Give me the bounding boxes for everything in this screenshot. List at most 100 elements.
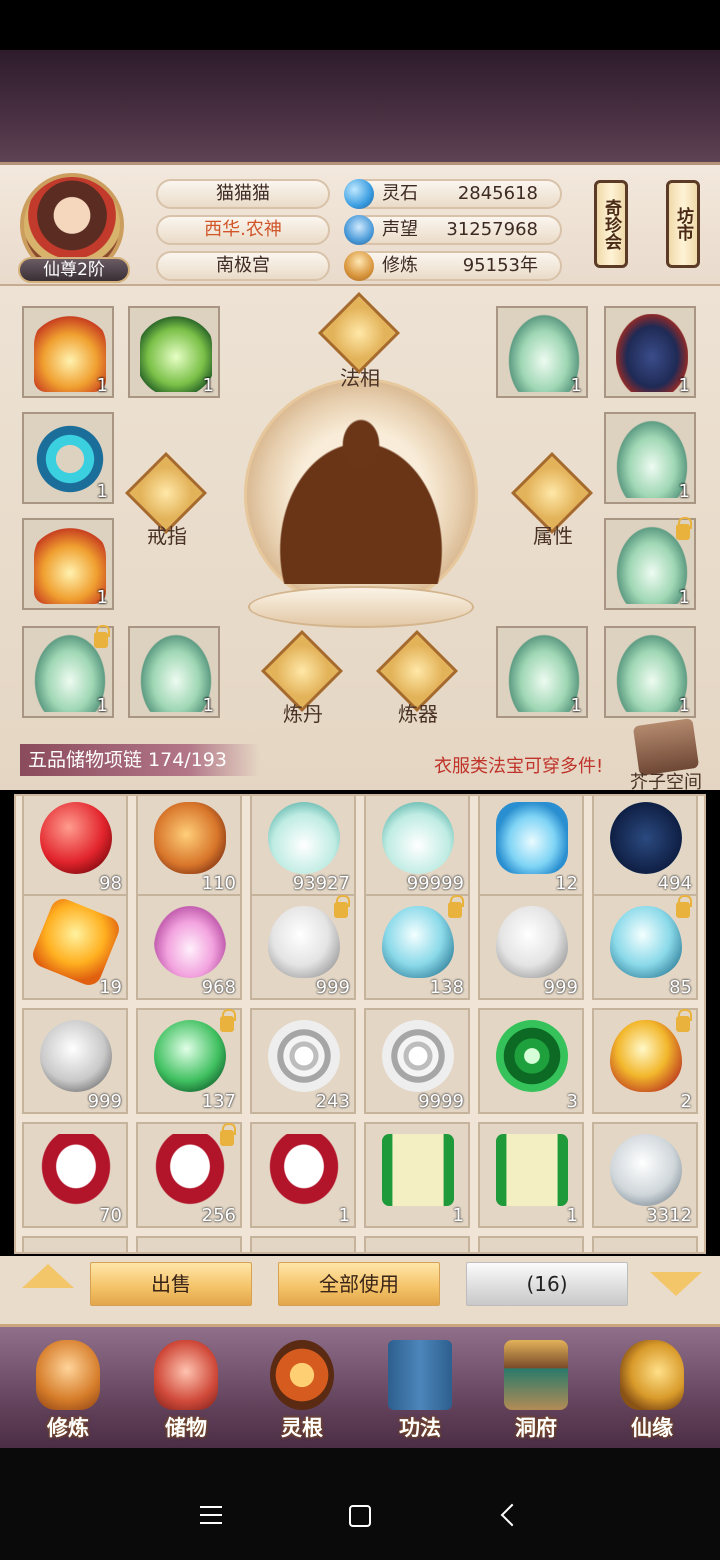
- nav-spirit-root[interactable]: 灵根: [252, 1340, 352, 1444]
- potion-icon: [268, 802, 340, 874]
- inventory-item[interactable]: 19: [22, 894, 128, 1000]
- equip-slot[interactable]: 1: [604, 626, 696, 718]
- recent-apps-icon[interactable]: [200, 1506, 222, 1524]
- lock-icon: [676, 1009, 692, 1032]
- nav-storage[interactable]: 储物: [136, 1340, 236, 1444]
- inventory-item[interactable]: 2: [592, 1008, 698, 1114]
- cultivation-stat: 修炼 95153年: [344, 251, 562, 281]
- inventory-item-partial[interactable]: [22, 1236, 128, 1252]
- selected-count-button[interactable]: (16): [466, 1262, 628, 1306]
- inventory-item[interactable]: 494: [592, 796, 698, 896]
- player-location: 南极宫: [156, 251, 330, 281]
- spirit-stone-stat: 灵石 2845618: [344, 179, 562, 209]
- lotus-platform: [248, 586, 474, 628]
- alchemy-label: 炼丹: [283, 702, 323, 726]
- inventory-item[interactable]: 1: [478, 1122, 584, 1228]
- forging-label: 炼器: [398, 702, 438, 726]
- player-name: 猫猫猫: [156, 179, 330, 209]
- inventory-item[interactable]: 999: [22, 1008, 128, 1114]
- jade-robe-icon: [140, 634, 212, 712]
- nav-immortal-fate[interactable]: 仙缘: [602, 1340, 702, 1444]
- inventory-item[interactable]: 999: [250, 894, 356, 1000]
- gourd-icon: [154, 802, 226, 874]
- inventory-item[interactable]: 138: [364, 894, 470, 1000]
- inventory-grid: 98 110 93927 99999 12 494 19 968 999 138…: [14, 794, 706, 1254]
- prestige-label: 声望: [382, 219, 418, 240]
- potion-icon: [382, 802, 454, 874]
- inventory-item[interactable]: 99999: [364, 796, 470, 896]
- scroll-up-icon[interactable]: [22, 1264, 74, 1288]
- lock-icon: [334, 895, 350, 918]
- equip-slot[interactable]: 1: [604, 517, 696, 610]
- equip-hint: 衣服类法宝可穿多件!: [434, 756, 604, 777]
- nav-cultivate[interactable]: 修炼: [18, 1340, 118, 1444]
- rank-badge: 仙尊2阶: [18, 257, 130, 283]
- equip-slot[interactable]: 1: [604, 412, 696, 504]
- inventory-item[interactable]: 999: [478, 894, 584, 1000]
- inventory-item[interactable]: 70: [22, 1122, 128, 1228]
- inventory-item[interactable]: 1: [364, 1122, 470, 1228]
- inventory-item[interactable]: 3: [478, 1008, 584, 1114]
- inventory-item[interactable]: 3312: [592, 1122, 698, 1228]
- prestige-value: 31257968: [446, 219, 538, 240]
- inventory-item[interactable]: 85: [592, 894, 698, 1000]
- prestige-stat: 声望 31257968: [344, 215, 562, 245]
- equip-slot[interactable]: 1: [22, 625, 114, 718]
- teal-egg-icon: [382, 906, 454, 978]
- status-bar: [0, 0, 720, 50]
- inventory-item-partial[interactable]: [478, 1236, 584, 1252]
- prestige-icon: [344, 215, 374, 245]
- inventory-item-partial[interactable]: [364, 1236, 470, 1252]
- dark-robe-icon: [616, 314, 688, 392]
- inventory-item[interactable]: 1: [250, 1122, 356, 1228]
- inventory-item[interactable]: 9999: [364, 1008, 470, 1114]
- inventory-item[interactable]: 256: [136, 1122, 242, 1228]
- inventory-item-partial[interactable]: [136, 1236, 242, 1252]
- amber-gem-icon: [29, 895, 123, 989]
- equip-slot[interactable]: 1: [22, 412, 114, 504]
- pavilion-icon: [504, 1340, 568, 1410]
- inventory-item[interactable]: 243: [250, 1008, 356, 1114]
- rice-plate-icon: [268, 1134, 340, 1206]
- bowl-icon: [496, 802, 568, 874]
- equip-slot[interactable]: 1: [128, 306, 220, 398]
- lock-icon: [94, 625, 110, 648]
- lotus-icon: [154, 906, 226, 978]
- inventory-item[interactable]: 968: [136, 894, 242, 1000]
- nav-cave-abode[interactable]: 洞府: [486, 1340, 586, 1444]
- equip-slot[interactable]: 1: [496, 306, 588, 398]
- equip-slot[interactable]: 1: [496, 626, 588, 718]
- inventory-item[interactable]: 93927: [250, 796, 356, 896]
- nav-techniques[interactable]: 功法: [370, 1340, 470, 1444]
- meditating-figure-silhouette: [258, 414, 464, 584]
- inventory-item[interactable]: 98: [22, 796, 128, 896]
- jade-robe-icon: [508, 314, 580, 392]
- equip-slot[interactable]: 1: [604, 306, 696, 398]
- market-button[interactable]: 坊市: [666, 180, 700, 268]
- inventory-item[interactable]: 110: [136, 796, 242, 896]
- skull-icon: [40, 1020, 112, 1092]
- use-all-button[interactable]: 全部使用: [278, 1262, 440, 1306]
- equip-slot[interactable]: 1: [22, 518, 114, 610]
- inventory-item[interactable]: 12: [478, 796, 584, 896]
- sell-button[interactable]: 出售: [90, 1262, 252, 1306]
- faxiang-label: 法相: [340, 366, 380, 390]
- inventory-item-partial[interactable]: [250, 1236, 356, 1252]
- lock-icon: [220, 1009, 236, 1032]
- inventory-item-partial[interactable]: [592, 1236, 698, 1252]
- spirit-stone-label: 灵石: [382, 183, 418, 204]
- scroll-icon: [496, 1134, 568, 1206]
- player-title[interactable]: 西华.农神: [156, 215, 330, 245]
- green-armor-icon: [140, 314, 212, 392]
- storage-title: 五品储物项链 174/193: [20, 744, 260, 776]
- mustard-space-button[interactable]: 芥子空间: [630, 768, 702, 794]
- inventory-item[interactable]: 137: [136, 1008, 242, 1114]
- equip-slot[interactable]: 1: [128, 626, 220, 718]
- lock-icon: [220, 1123, 236, 1146]
- fire-robe-icon: [34, 526, 106, 604]
- scroll-down-icon[interactable]: [650, 1272, 702, 1296]
- treasure-fair-button[interactable]: 奇珍会: [594, 180, 628, 268]
- home-icon[interactable]: [349, 1505, 371, 1527]
- spirit-stone-icon: [344, 179, 374, 209]
- equip-slot[interactable]: 1: [22, 306, 114, 398]
